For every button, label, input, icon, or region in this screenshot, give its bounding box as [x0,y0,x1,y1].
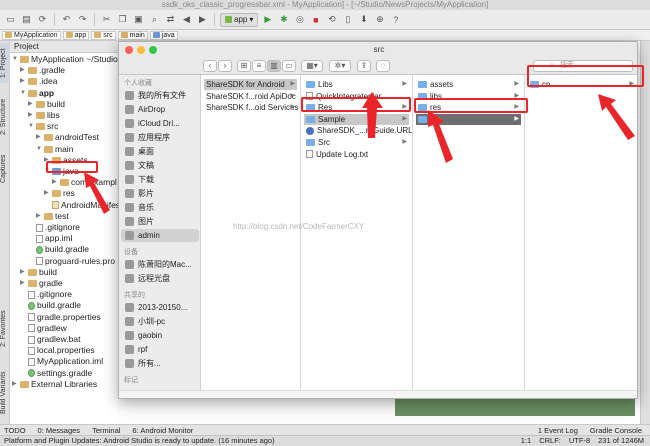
annotation-arrows [84,92,635,214]
memory-indicator[interactable]: 231 of 1246M [598,436,644,446]
tab-terminal[interactable]: Terminal [92,426,120,435]
bottom-tool-tabs: TODO 0: Messages Terminal 6: Android Mon… [0,424,650,435]
arrow-to-src [428,110,453,163]
cursor-position[interactable]: 1:1 [521,436,531,446]
line-separator[interactable]: CRLF: [539,436,561,446]
arrow-to-sample [362,92,383,138]
file-encoding[interactable]: UTF-8 [569,436,590,446]
arrow-to-cn [598,94,635,140]
arrow-to-java [84,172,110,214]
tab-todo[interactable]: TODO [4,426,26,435]
tab-gradle-console[interactable]: Gradle Console [590,426,650,435]
status-bar: Platform and Plugin Updates: Android Stu… [0,435,650,446]
tab-messages[interactable]: 0: Messages [38,426,81,435]
status-right: 1:1 CRLF: UTF-8 231 of 1246M [521,436,650,446]
tab-event-log[interactable]: 1 Event Log [538,426,578,435]
status-message[interactable]: Platform and Plugin Updates: Android Stu… [4,436,275,446]
tab-android-monitor[interactable]: 6: Android Monitor [132,426,193,435]
